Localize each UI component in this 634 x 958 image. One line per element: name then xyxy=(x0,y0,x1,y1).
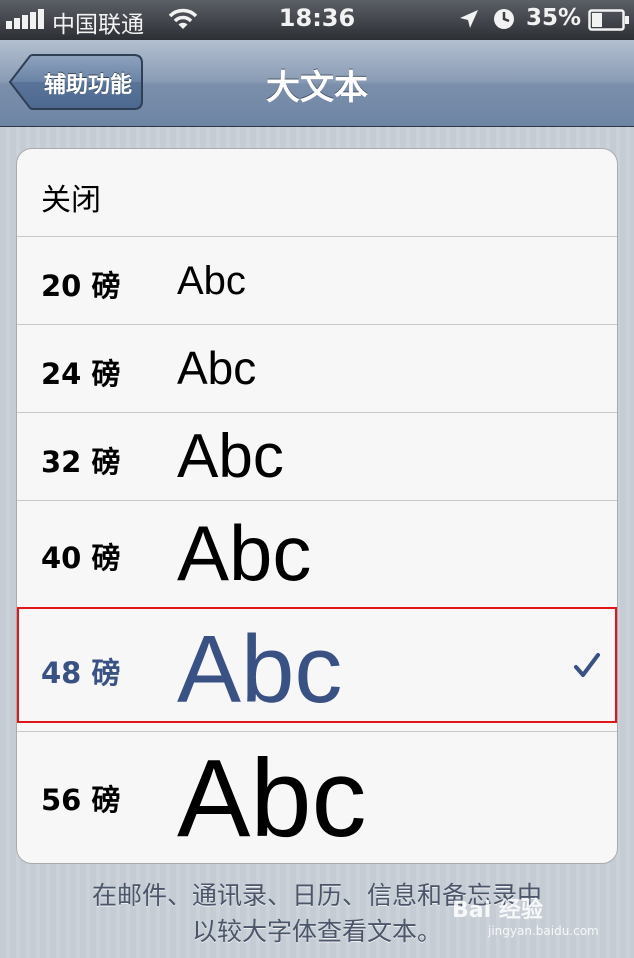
option-label: 40 磅 xyxy=(41,541,121,575)
option-sample: Abc xyxy=(177,342,257,394)
option-label: 56 磅 xyxy=(41,783,121,817)
battery-icon xyxy=(588,9,630,37)
page-title: 大文本 xyxy=(266,68,368,108)
option-56pt[interactable]: 56 磅 Abc xyxy=(17,732,617,863)
text-size-list: 关闭 20 磅 Abc 24 磅 Abc 32 磅 Abc 40 磅 Abc 4… xyxy=(16,148,618,864)
status-bar: 中国联通 18:36 35% xyxy=(0,0,634,40)
option-label: 20 磅 xyxy=(41,269,121,303)
battery-percent: 35% xyxy=(526,5,582,31)
option-sample: Abc xyxy=(177,737,367,860)
watermark-main: Bai 经验 xyxy=(452,898,543,923)
watermark-logo: Bai 经验 jingyan.baidu.com xyxy=(452,892,599,938)
option-24pt[interactable]: 24 磅 Abc xyxy=(17,325,617,413)
option-40pt[interactable]: 40 磅 Abc xyxy=(17,501,617,608)
option-32pt[interactable]: 32 磅 Abc xyxy=(17,413,617,501)
option-sample: Abc xyxy=(177,259,246,303)
option-label: 24 磅 xyxy=(41,357,121,391)
option-sample: Abc xyxy=(177,422,284,491)
alarm-icon xyxy=(492,7,516,37)
option-20pt[interactable]: 20 磅 Abc xyxy=(17,237,617,325)
location-icon xyxy=(458,8,480,36)
option-sample: Abc xyxy=(177,509,312,597)
option-label: 关闭 xyxy=(41,183,101,218)
option-off[interactable]: 关闭 xyxy=(17,149,617,237)
option-label: 32 磅 xyxy=(41,445,121,479)
watermark-url: jingyan.baidu.com xyxy=(488,924,599,938)
navigation-bar: 辅助功能 大文本 xyxy=(0,40,634,127)
selection-highlight-box xyxy=(17,607,617,723)
